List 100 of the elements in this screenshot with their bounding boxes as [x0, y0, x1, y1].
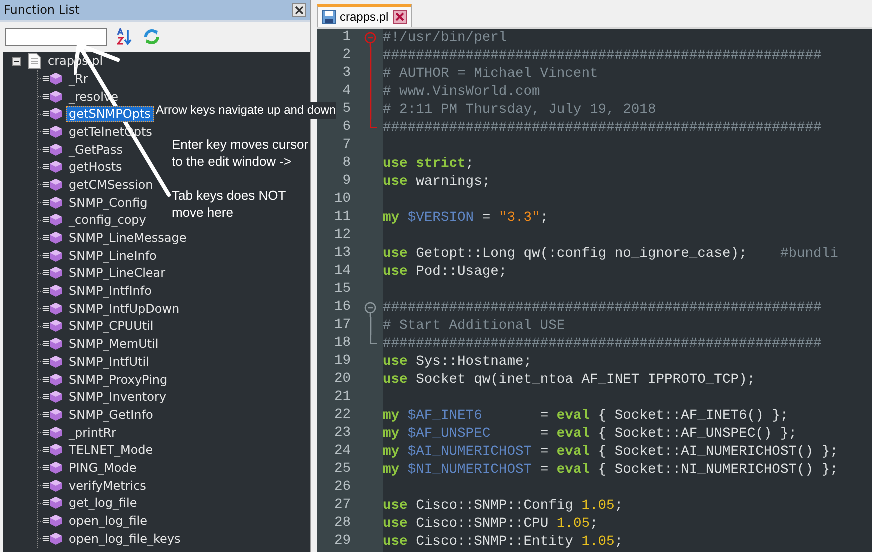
tree-item[interactable]: getHosts [66, 159, 126, 176]
code-token: use [383, 264, 409, 280]
code-token: { Socket::NI_NUMERICHOST() }; [597, 462, 838, 478]
line-number: 26 [334, 480, 351, 495]
code-token: use [383, 174, 409, 190]
tree-item[interactable]: SNMP_LineMessage [66, 230, 190, 246]
method-icon [43, 248, 63, 263]
code-token: use [383, 534, 409, 550]
tree-item[interactable]: open_log_file [66, 513, 151, 530]
line-number: 19 [334, 354, 351, 369]
close-icon[interactable] [392, 10, 407, 24]
line-number: 8 [342, 156, 351, 171]
method-icon [43, 107, 63, 122]
code-token: 1.05 [582, 498, 615, 514]
code-token: $AI_NUMERICHOST [408, 444, 532, 460]
line-number: 10 [334, 192, 351, 207]
method-icon [43, 178, 63, 192]
tree-item[interactable]: getSNMPOpts [66, 106, 154, 122]
method-icon [43, 142, 63, 157]
code-token: = [539, 408, 550, 424]
tree-item[interactable]: SNMP_IntfUtil [66, 354, 152, 370]
method-icon [43, 213, 63, 228]
line-number: 16 [334, 300, 351, 315]
code-token: $AF_UNSPEC [408, 426, 491, 442]
tree-item[interactable]: _Rr [66, 70, 92, 87]
line-number: 5 [342, 102, 351, 117]
tree-item[interactable]: open_log_file_keys [66, 530, 184, 547]
code-token: eval [556, 462, 590, 478]
file-tab[interactable]: crapps.pl [317, 4, 412, 27]
tree-item[interactable]: SNMP_IntfInfo [66, 283, 155, 300]
refresh-icon[interactable] [143, 28, 161, 46]
tree-item[interactable]: SNMP_Config [66, 194, 151, 211]
method-icon [43, 284, 63, 298]
tree-item[interactable]: getCMSession [66, 176, 156, 193]
tree-item[interactable]: SNMP_LineInfo [66, 248, 160, 264]
line-number: 23 [334, 426, 351, 441]
code-token: Pod::Usage; [416, 264, 508, 280]
code-token: ; [590, 516, 598, 532]
code-token: # www.VinsWorld.com [383, 84, 540, 100]
code-token: Socket qw(inet_ntoa AF_INET IPPROTO_TCP); [416, 372, 756, 388]
method-icon [43, 124, 63, 139]
tree-item[interactable]: verifyMetrics [66, 478, 150, 494]
code-token: #!/usr/bin/perl [383, 30, 508, 46]
tree-item[interactable]: SNMP_CPUUtil [66, 318, 157, 334]
tree-item[interactable]: SNMP_ProxyPing [66, 372, 171, 388]
code-token: ##################################################### [383, 48, 822, 64]
code-token: = [539, 426, 550, 442]
tree-item[interactable]: SNMP_MemUtil [66, 336, 162, 352]
line-number: 22 [334, 408, 351, 423]
method-icon [43, 426, 63, 440]
tree-item[interactable]: SNMP_IntfUpDown [66, 300, 183, 317]
tree-item[interactable]: get_log_file [66, 495, 140, 512]
line-number: 25 [334, 462, 351, 477]
code-token: #bundli [780, 246, 838, 262]
code-token: Cisco::SNMP::Entity [416, 534, 574, 550]
tree-item[interactable]: _GetPass [66, 142, 126, 158]
code-token: { Socket::AF_INET6() }; [597, 408, 789, 424]
code-token: eval [556, 444, 590, 460]
line-number: 4 [342, 84, 351, 99]
code-token: eval [556, 426, 590, 442]
code-token: my [383, 462, 401, 478]
tree-item[interactable]: _config_copy [66, 212, 150, 228]
line-number: 12 [334, 228, 351, 243]
method-icon [43, 372, 63, 387]
code-token: use [383, 516, 409, 532]
code-token: 1.05 [556, 516, 590, 532]
code-token: "3.3" [498, 210, 540, 226]
line-number: 28 [334, 516, 351, 531]
method-icon [43, 514, 63, 528]
collapse-icon[interactable] [12, 56, 21, 66]
method-icon [43, 72, 63, 86]
method-icon [43, 90, 63, 104]
tree-item[interactable]: SNMP_GetInfo [66, 406, 156, 423]
line-number: 9 [342, 174, 351, 189]
code-token: my [383, 210, 401, 226]
line-number: 2 [342, 48, 351, 63]
method-icon [43, 532, 63, 546]
tree-item[interactable]: _printRr [66, 424, 120, 441]
tree-item[interactable]: SNMP_Inventory [66, 389, 170, 406]
method-icon [43, 196, 63, 210]
line-number: 20 [334, 372, 351, 387]
code-token: ; [466, 156, 474, 172]
close-button[interactable] [292, 3, 306, 17]
line-number: 7 [342, 138, 351, 153]
tree-item[interactable]: PING_Mode [66, 460, 140, 476]
sort-icon[interactable] [117, 28, 133, 46]
file-icon [28, 53, 41, 69]
code-token: use [383, 498, 409, 514]
line-number: 1 [342, 30, 351, 45]
method-icon [43, 266, 63, 280]
line-number: 15 [334, 282, 351, 297]
code-token: = [539, 462, 550, 478]
tree-item[interactable]: SNMP_LineClear [66, 265, 169, 282]
method-icon [43, 390, 63, 404]
line-number: 27 [334, 498, 351, 513]
floppy-icon [322, 10, 336, 24]
search-field[interactable] [5, 28, 107, 46]
tree-item[interactable]: TELNET_Mode [66, 442, 156, 458]
line-number: 3 [342, 66, 351, 81]
panel-title: Function List [4, 3, 80, 17]
